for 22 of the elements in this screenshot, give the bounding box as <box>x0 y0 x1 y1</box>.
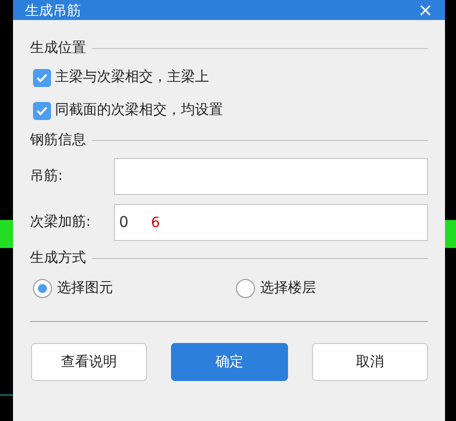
radio-label: 选择图元 <box>57 278 113 298</box>
checkbox[interactable] <box>33 102 51 120</box>
field-label: 次梁加筋: <box>30 212 92 232</box>
radio-button[interactable] <box>236 278 255 298</box>
check-icon <box>36 106 48 116</box>
dialog-button[interactable]: 取消 <box>312 343 428 381</box>
confirm-button[interactable]: 确定 <box>171 343 288 381</box>
section-heading: 生成位置 <box>30 38 86 58</box>
checkbox-label: 同截面的次梁相交，均设置 <box>55 101 223 120</box>
checkbox-label: 主梁与次梁相交，主梁上 <box>55 68 209 87</box>
checkbox[interactable] <box>33 68 51 86</box>
window-title: 生成吊筋 <box>25 2 81 20</box>
overlay-number: 6 <box>151 214 160 233</box>
radio-label: 选择楼层 <box>260 278 316 298</box>
radio-button[interactable] <box>33 278 52 298</box>
dialog-button[interactable]: 查看说明 <box>31 343 148 381</box>
close-button[interactable]: × <box>418 2 433 20</box>
field-label: 吊筋: <box>30 166 64 186</box>
section-heading: 生成方式 <box>30 248 86 268</box>
input-field[interactable] <box>114 158 428 194</box>
section-heading: 钢筋信息 <box>30 130 86 150</box>
check-icon <box>36 72 48 82</box>
